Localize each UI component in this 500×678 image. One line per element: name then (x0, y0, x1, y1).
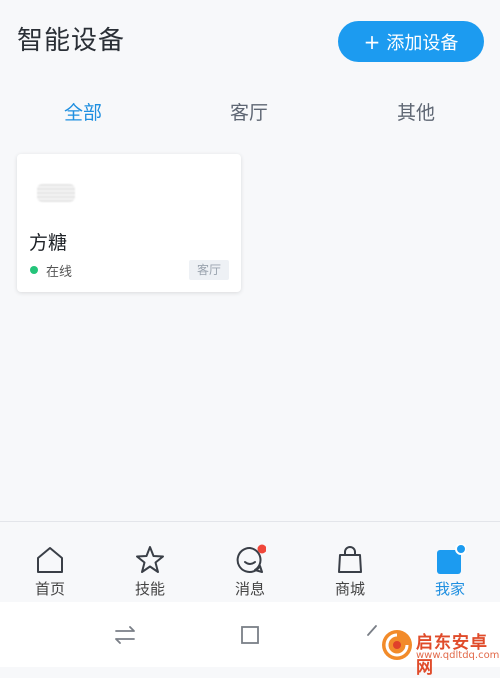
home-square-icon[interactable] (235, 620, 265, 650)
tabbar-item-store[interactable]: 商城 (300, 522, 400, 602)
tab-other[interactable]: 其他 (397, 98, 435, 125)
shopping-bag-icon (338, 546, 362, 573)
room-tabs: 全部 客厅 其他 (0, 90, 500, 130)
home-icon (37, 547, 63, 573)
tabbar-item-home[interactable]: 首页 (0, 522, 100, 602)
star-icon (136, 546, 164, 573)
add-device-button[interactable]: + 添加设备 (338, 21, 484, 62)
message-icon (236, 544, 266, 573)
tab-living-room[interactable]: 客厅 (230, 98, 268, 125)
online-status-dot (30, 266, 38, 274)
recent-apps-icon[interactable] (110, 620, 140, 650)
plus-icon: + (363, 29, 381, 54)
tabbar-item-skills[interactable]: 技能 (100, 522, 200, 602)
tabbar-label: 商城 (334, 580, 365, 598)
device-name: 方糖 (29, 232, 68, 254)
notification-badge (455, 544, 466, 555)
tabbar-label: 首页 (34, 580, 65, 598)
device-card[interactable]: 方糖 在线 客厅 (17, 154, 241, 292)
add-device-label: 添加设备 (386, 32, 459, 54)
tabbar-label: 消息 (234, 580, 265, 598)
watermark: 启东安卓网 www.qdltdq.com (372, 626, 500, 678)
watermark-logo-icon (382, 630, 412, 660)
device-status: 在线 (46, 265, 73, 280)
tabbar-item-my-home[interactable]: 我家 (400, 522, 500, 602)
tabbar-label: 我家 (434, 580, 465, 598)
watermark-url: www.qdltdq.com (416, 650, 500, 661)
tabbar-label: 技能 (134, 580, 165, 598)
tab-all[interactable]: 全部 (64, 98, 102, 125)
header: 智能设备 + 添加设备 (0, 0, 500, 84)
tabbar-item-messages[interactable]: 消息 (200, 522, 300, 602)
bottom-tab-bar: 首页 技能 消息 商城 我家 (0, 521, 500, 602)
device-image (37, 184, 75, 202)
room-badge: 客厅 (188, 260, 229, 280)
my-home-icon (437, 544, 466, 574)
page-title: 智能设备 (17, 26, 126, 56)
